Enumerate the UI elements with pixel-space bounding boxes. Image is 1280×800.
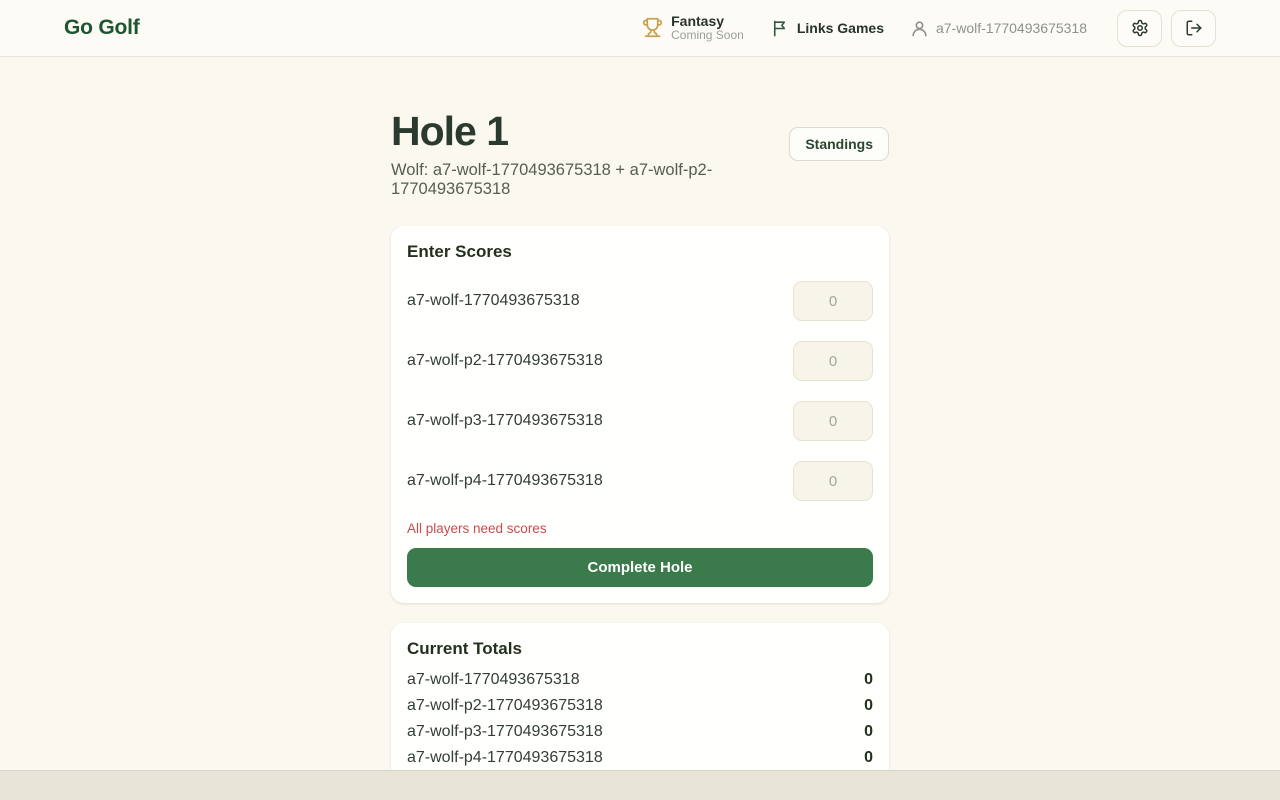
enter-scores-title: Enter Scores: [407, 242, 873, 262]
score-input-player-2[interactable]: [793, 341, 873, 381]
user-indicator: a7-wolf-1770493675318: [910, 19, 1087, 38]
logout-icon: [1185, 19, 1203, 37]
total-player-name: a7-wolf-p4-1770493675318: [407, 749, 603, 767]
user-name: a7-wolf-1770493675318: [936, 20, 1087, 36]
user-icon: [910, 19, 929, 38]
fantasy-label: Fantasy: [671, 13, 744, 29]
score-input-player-3[interactable]: [793, 401, 873, 441]
nav-item-fantasy[interactable]: Fantasy Coming Soon: [642, 13, 744, 43]
page-header: Hole 1 Wolf: a7-wolf-1770493675318 + a7-…: [391, 109, 889, 199]
page-title: Hole 1: [391, 109, 789, 154]
total-player-score: 0: [864, 723, 873, 741]
validation-error: All players need scores: [407, 521, 873, 536]
logout-button[interactable]: [1171, 10, 1216, 47]
total-row: a7-wolf-p2-1770493675318 0: [407, 693, 873, 719]
current-totals-card: Current Totals a7-wolf-1770493675318 0 a…: [391, 623, 889, 770]
complete-hole-button[interactable]: Complete Hole: [407, 548, 873, 587]
total-row: a7-wolf-1770493675318 0: [407, 667, 873, 693]
total-player-score: 0: [864, 749, 873, 767]
total-player-score: 0: [864, 671, 873, 689]
score-row: a7-wolf-p4-1770493675318: [407, 461, 873, 501]
flag-icon: [770, 19, 789, 38]
app-logo: Go Golf: [64, 16, 140, 40]
total-player-score: 0: [864, 697, 873, 715]
settings-button[interactable]: [1117, 10, 1162, 47]
trophy-icon: [642, 17, 663, 38]
gear-icon: [1131, 19, 1149, 37]
player-name: a7-wolf-p3-1770493675318: [407, 412, 603, 430]
footer-strip: [0, 770, 1280, 800]
score-row: a7-wolf-p2-1770493675318: [407, 341, 873, 381]
fantasy-sublabel: Coming Soon: [671, 29, 744, 43]
player-name: a7-wolf-p4-1770493675318: [407, 472, 603, 490]
standings-button[interactable]: Standings: [789, 127, 889, 161]
wolf-subtitle: Wolf: a7-wolf-1770493675318 + a7-wolf-p2…: [391, 161, 789, 199]
nav-item-links-games[interactable]: Links Games: [770, 19, 884, 38]
links-games-label: Links Games: [797, 20, 884, 36]
player-name: a7-wolf-p2-1770493675318: [407, 352, 603, 370]
total-row: a7-wolf-p4-1770493675318 0: [407, 745, 873, 770]
header-nav: Fantasy Coming Soon Links Games a7-wolf-…: [642, 10, 1216, 47]
header-actions: [1117, 10, 1216, 47]
enter-scores-card: Enter Scores a7-wolf-1770493675318 a7-wo…: [391, 226, 889, 603]
score-input-player-1[interactable]: [793, 281, 873, 321]
score-input-player-4[interactable]: [793, 461, 873, 501]
main-content: Hole 1 Wolf: a7-wolf-1770493675318 + a7-…: [0, 57, 1280, 770]
total-row: a7-wolf-p3-1770493675318 0: [407, 719, 873, 745]
score-row: a7-wolf-1770493675318: [407, 281, 873, 321]
total-player-name: a7-wolf-p3-1770493675318: [407, 723, 603, 741]
top-bar: Go Golf Fantasy Coming Soon: [0, 0, 1280, 57]
current-totals-title: Current Totals: [407, 639, 873, 659]
total-player-name: a7-wolf-p2-1770493675318: [407, 697, 603, 715]
score-row: a7-wolf-p3-1770493675318: [407, 401, 873, 441]
player-name: a7-wolf-1770493675318: [407, 292, 580, 310]
total-player-name: a7-wolf-1770493675318: [407, 671, 580, 689]
